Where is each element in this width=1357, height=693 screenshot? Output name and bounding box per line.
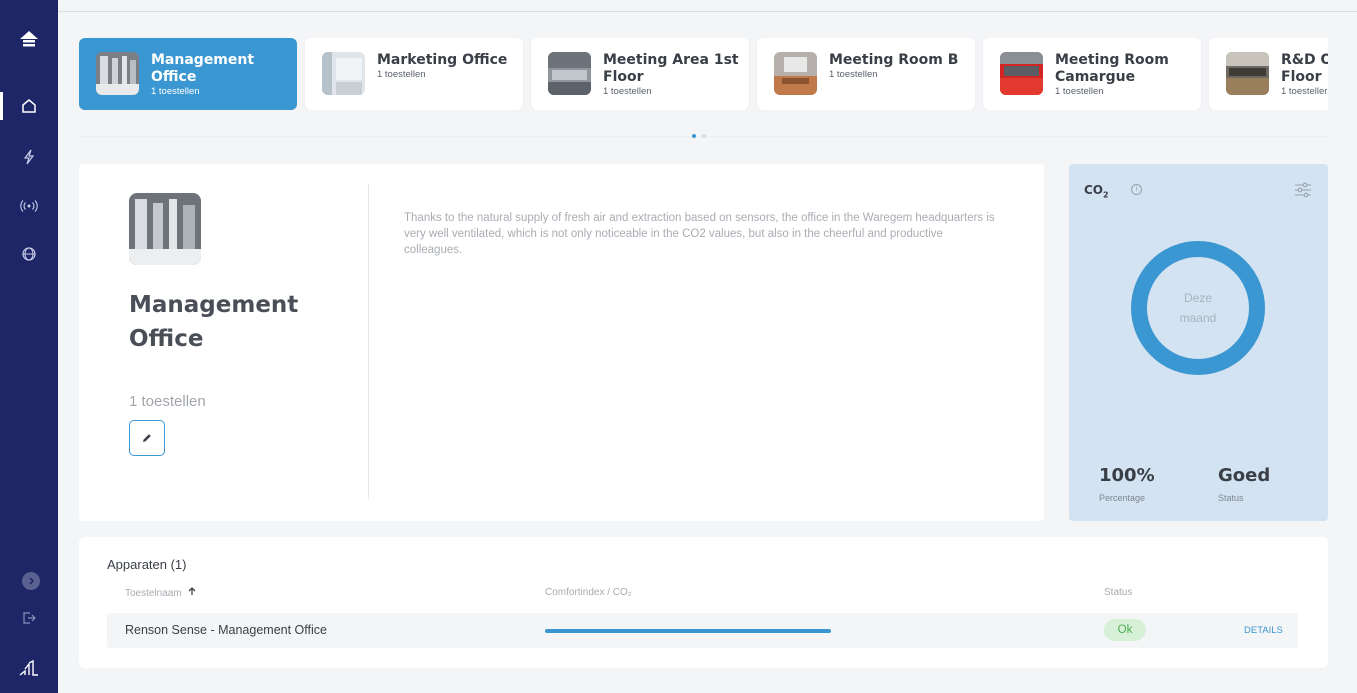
sidebar	[0, 0, 58, 693]
pagination-dot[interactable]	[702, 134, 706, 138]
status-label: Status	[1218, 493, 1244, 503]
info-icon[interactable]: i	[1131, 184, 1142, 195]
room-description: Thanks to the natural supply of fresh ai…	[404, 212, 995, 256]
logout-icon[interactable]	[0, 598, 58, 638]
expand-sidebar-icon[interactable]	[22, 572, 40, 590]
room-thumbnail	[322, 52, 365, 95]
room-carousel: Management Office 1 toestellen Marketing …	[79, 38, 1328, 110]
room-thumbnail	[774, 52, 817, 95]
details-link[interactable]: DETAILS	[1244, 625, 1283, 636]
co2-title: CO2	[1084, 183, 1109, 200]
room-info-panel: Management Office 1 toestellen Thanks to…	[79, 164, 1044, 521]
room-count: 1 toestellen	[1055, 86, 1104, 97]
filter-settings-icon[interactable]	[1294, 182, 1312, 202]
room-card-meeting-room-b[interactable]: Meeting Room B1 toestellen	[757, 38, 975, 110]
brand-logo-icon	[0, 648, 58, 688]
logo-icon[interactable]	[0, 18, 58, 58]
comfort-index-bar	[545, 629, 831, 633]
room-name: Meeting Area 1st Floor 1 toestellen	[603, 52, 743, 97]
room-count: 1 toestellen	[151, 86, 200, 97]
room-count: 1 toesteller	[1281, 86, 1328, 97]
devices-panel: Apparaten (1) Toestelnaam Comfortindex /…	[79, 537, 1328, 668]
percentage-label: Percentage	[1099, 493, 1146, 503]
home-icon[interactable]	[0, 86, 58, 126]
room-card-meeting-room-camargue[interactable]: Meeting Room Camargue 1 toestellen	[983, 38, 1201, 110]
room-thumbnail	[548, 52, 591, 95]
device-name: Renson Sense - Management Office	[125, 623, 327, 637]
co2-panel: CO2 i Deze maand 100% Percentage Goed Sta…	[1069, 164, 1328, 521]
room-name: R&D O Floor 1 toesteller	[1281, 52, 1328, 97]
room-card-management-office[interactable]: Management Office 1 toestellen	[79, 38, 297, 110]
room-thumbnail	[1000, 52, 1043, 95]
edit-room-button[interactable]	[129, 420, 165, 456]
room-name: Marketing Office 1 toestellen	[377, 52, 517, 80]
column-header-name[interactable]: Toestelnaam	[125, 587, 196, 599]
room-name: Management Office 1 toestellen	[151, 52, 291, 97]
room-card-rd-office-floor[interactable]: R&D O Floor 1 toesteller	[1209, 38, 1328, 110]
carousel-pagination	[692, 134, 706, 138]
globe-icon[interactable]	[0, 234, 58, 274]
percentage-value: 100%	[1099, 465, 1155, 486]
table-row[interactable]: Renson Sense - Management Office Ok DETA…	[107, 613, 1298, 648]
top-divider	[58, 11, 1357, 12]
lightning-icon[interactable]	[0, 137, 58, 177]
pagination-dot-active[interactable]	[692, 134, 696, 138]
room-thumbnail	[96, 52, 139, 95]
room-count: 1 toestellen	[377, 69, 426, 80]
room-card-meeting-area-1st-floor[interactable]: Meeting Area 1st Floor 1 toestellen	[531, 38, 749, 110]
status-badge: Ok	[1104, 619, 1146, 641]
pencil-icon	[143, 434, 151, 442]
room-name: Meeting Room Camargue 1 toestellen	[1055, 52, 1195, 97]
donut-label: Deze maand	[1179, 291, 1217, 325]
signal-icon[interactable]	[0, 186, 58, 226]
room-name: Meeting Room B1 toestellen	[829, 52, 969, 80]
room-count: 1 toestellen	[829, 69, 878, 80]
room-device-count: 1 toestellen	[129, 393, 206, 410]
room-card-marketing-office[interactable]: Marketing Office 1 toestellen	[305, 38, 523, 110]
room-image	[129, 193, 201, 265]
sort-arrow-up-icon	[189, 587, 196, 595]
devices-title: Apparaten (1)	[107, 557, 187, 572]
room-thumbnail	[1226, 52, 1269, 95]
status-value: Goed	[1218, 465, 1271, 486]
info-divider	[368, 184, 369, 499]
column-header-status: Status	[1104, 587, 1133, 598]
room-count: 1 toestellen	[603, 86, 652, 97]
room-title: Management Office	[129, 292, 299, 352]
column-header-comfort: Comfortindex / CO₂	[545, 587, 632, 598]
